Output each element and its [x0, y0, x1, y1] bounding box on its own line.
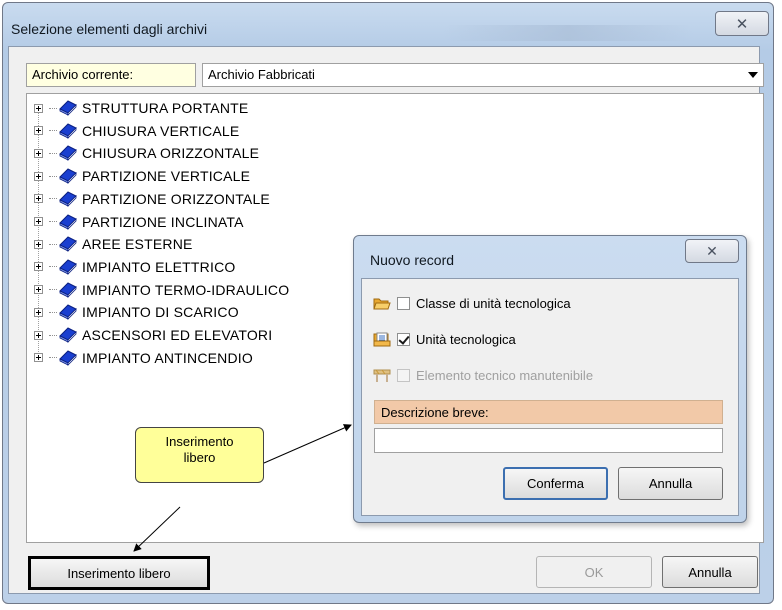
- window-title: Selezione elementi dagli archivi: [11, 21, 208, 37]
- tree-connector: [49, 175, 57, 177]
- option-element[interactable]: Elemento tecnico manutenibile: [373, 365, 593, 385]
- dialog-title: Nuovo record: [370, 252, 455, 268]
- tree-connector: [49, 221, 57, 222]
- tree-item[interactable]: PARTIZIONE ORIZZONTALE: [27, 188, 270, 210]
- dialog-close-button[interactable]: ✕: [685, 239, 739, 263]
- callout-line-2: libero: [183, 450, 216, 465]
- tree-connector: [49, 334, 57, 336]
- blue-book-icon: [59, 145, 77, 162]
- tree-item[interactable]: IMPIANTO ELETTRICO: [27, 256, 235, 278]
- expand-plus-icon[interactable]: [34, 194, 43, 204]
- class-checkbox[interactable]: [397, 296, 410, 310]
- expand-plus-icon[interactable]: [34, 307, 43, 317]
- tree-item-label: IMPIANTO TERMO-IDRAULICO: [82, 281, 290, 298]
- expand-plus-icon[interactable]: [34, 330, 43, 340]
- expand-plus-icon[interactable]: [34, 239, 43, 249]
- blue-book-icon: [59, 350, 77, 366]
- blue-book-icon: [59, 213, 77, 230]
- unit-option-label: Unità tecnologica: [416, 331, 516, 347]
- tree-item-label: IMPIANTO ANTINCENDIO: [82, 349, 253, 366]
- option-class[interactable]: Classe di unità tecnologica: [373, 293, 571, 313]
- expand-plus-icon[interactable]: [34, 171, 43, 181]
- blue-book-icon: [59, 304, 77, 321]
- blue-book-icon: [59, 168, 77, 185]
- tree-item[interactable]: AREE ESTERNE: [27, 233, 193, 255]
- barrier-icon: [373, 369, 391, 382]
- expand-plus-icon[interactable]: [34, 262, 43, 272]
- expand-plus-icon[interactable]: [34, 103, 43, 113]
- tree-item-label: AREE ESTERNE: [82, 236, 193, 253]
- tree-connector: [49, 130, 57, 132]
- tree-item-label: CHIUSURA VERTICALE: [82, 122, 240, 139]
- tree-item[interactable]: IMPIANTO TERMO-IDRAULICO: [27, 279, 289, 301]
- tree-item-label: CHIUSURA ORIZZONTALE: [82, 145, 260, 162]
- tree-item[interactable]: IMPIANTO DI SCARICO: [27, 301, 239, 323]
- dialog-cancel-button[interactable]: Annulla: [618, 467, 723, 500]
- ok-button[interactable]: OK: [536, 556, 652, 588]
- expand-plus-icon[interactable]: [34, 126, 43, 136]
- confirm-button[interactable]: Conferma: [503, 467, 608, 500]
- tree-item-label: STRUTTURA PORTANTE: [82, 100, 249, 116]
- class-option-label: Classe di unità tecnologica: [416, 295, 571, 311]
- element-checkbox[interactable]: [397, 368, 410, 382]
- element-option-label: Elemento tecnico manutenibile: [416, 367, 594, 383]
- blue-book-icon: [59, 236, 77, 253]
- tree-connector: [49, 266, 57, 268]
- tree-item[interactable]: CHIUSURA ORIZZONTALE: [27, 142, 259, 164]
- tree-item[interactable]: ASCENSORI ED ELEVATORI: [27, 324, 272, 346]
- unit-checkbox[interactable]: [397, 332, 410, 346]
- tree-item[interactable]: STRUTTURA PORTANTE: [27, 97, 248, 119]
- close-icon: ✕: [706, 242, 718, 259]
- tree-connector: [49, 198, 57, 200]
- description-input[interactable]: [374, 428, 723, 453]
- document-folder-icon: [373, 332, 391, 346]
- blue-book-icon: [59, 259, 77, 275]
- archive-select[interactable]: Archivio Fabbricati: [202, 63, 764, 87]
- tree-connector: [49, 357, 57, 359]
- blue-book-icon: [59, 327, 77, 343]
- tree-item[interactable]: IMPIANTO ANTINCENDIO: [27, 347, 253, 369]
- tree-connector: [49, 289, 57, 291]
- tree-item[interactable]: PARTIZIONE VERTICALE: [27, 165, 250, 187]
- close-icon: ✕: [735, 15, 749, 33]
- tree-item-label: PARTIZIONE VERTICALE: [82, 168, 251, 185]
- callout-note: Inserimento libero: [135, 427, 264, 483]
- tree-connector: [49, 311, 57, 313]
- blue-book-icon: [59, 123, 77, 139]
- tree-item[interactable]: PARTIZIONE INCLINATA: [27, 211, 244, 233]
- window-close-button[interactable]: ✕: [715, 11, 769, 36]
- archive-label: Archivio corrente:: [26, 63, 196, 87]
- description-label: Descrizione breve:: [374, 400, 723, 424]
- insert-free-button[interactable]: Inserimento libero: [28, 556, 210, 590]
- expand-plus-icon[interactable]: [34, 285, 43, 295]
- blue-book-icon: [59, 100, 77, 116]
- title-glow: [443, 25, 693, 41]
- cancel-button[interactable]: Annulla: [662, 556, 758, 588]
- tree-item[interactable]: CHIUSURA VERTICALE: [27, 120, 239, 142]
- chevron-down-icon[interactable]: [748, 72, 758, 78]
- tree-item-label: ASCENSORI ED ELEVATORI: [82, 327, 273, 343]
- tree-connector: [49, 243, 57, 245]
- callout-line-1: Inserimento: [165, 434, 234, 449]
- blue-book-icon: [59, 281, 77, 298]
- expand-plus-icon[interactable]: [34, 217, 43, 226]
- tree-connector: [49, 152, 57, 154]
- tree-item-label: IMPIANTO DI SCARICO: [82, 304, 239, 321]
- expand-plus-icon[interactable]: [34, 148, 43, 158]
- tree-item-label: PARTIZIONE ORIZZONTALE: [82, 190, 270, 207]
- tree-item-label: PARTIZIONE INCLINATA: [82, 213, 244, 230]
- blue-book-icon: [59, 191, 77, 207]
- tree-item-label: IMPIANTO ELETTRICO: [82, 258, 236, 275]
- tree-connector: [49, 107, 57, 109]
- archive-select-value: Archivio Fabbricati: [208, 67, 315, 82]
- option-unit[interactable]: Unità tecnologica: [373, 329, 516, 349]
- open-folder-icon: [373, 298, 391, 309]
- expand-plus-icon[interactable]: [34, 353, 43, 363]
